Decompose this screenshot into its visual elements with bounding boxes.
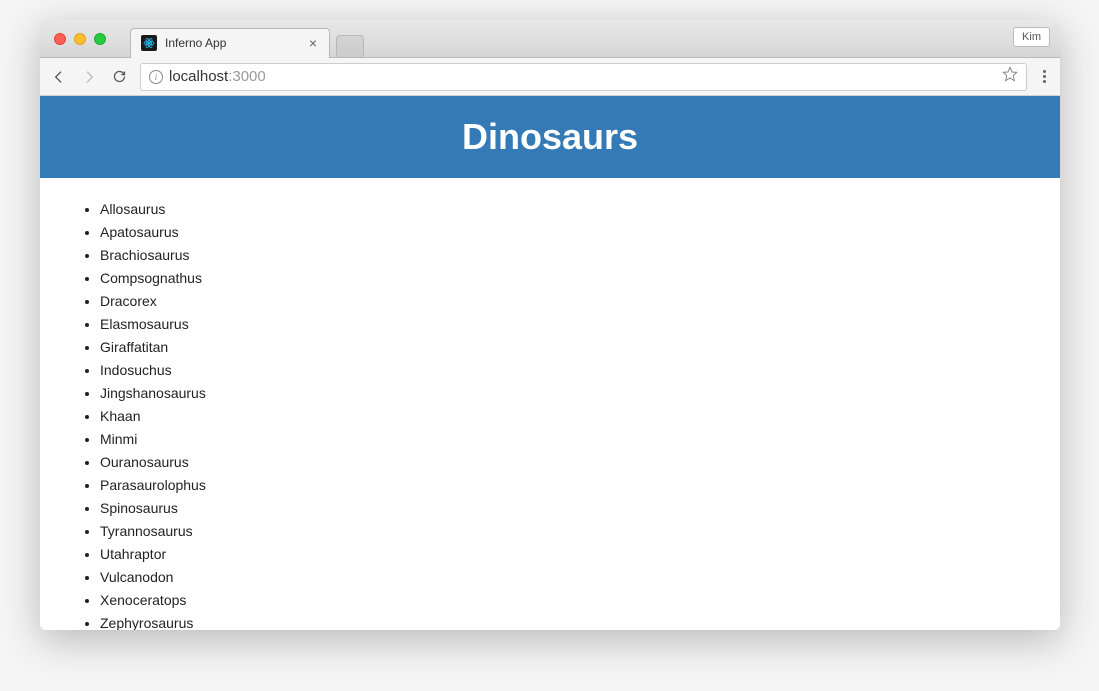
browser-toolbar: i localhost:3000	[40, 58, 1060, 96]
browser-window: Inferno App × Kim i localhost:3000	[40, 20, 1060, 630]
reload-button[interactable]	[110, 68, 128, 86]
url-host: localhost	[169, 68, 228, 85]
window-controls	[40, 33, 106, 45]
new-tab-button[interactable]	[336, 35, 364, 57]
dinosaur-list: AllosaurusApatosaurusBrachiosaurusCompso…	[80, 198, 1020, 630]
maximize-window-button[interactable]	[94, 33, 106, 45]
page-content: AllosaurusApatosaurusBrachiosaurusCompso…	[40, 178, 1060, 630]
list-item: Xenoceratops	[100, 589, 1020, 612]
browser-menu-button[interactable]	[1039, 70, 1050, 83]
list-item: Khaan	[100, 405, 1020, 428]
page-header: Dinosaurs	[40, 96, 1060, 178]
minimize-window-button[interactable]	[74, 33, 86, 45]
site-info-icon[interactable]: i	[149, 70, 163, 84]
list-item: Brachiosaurus	[100, 244, 1020, 267]
list-item: Allosaurus	[100, 198, 1020, 221]
list-item: Tyrannosaurus	[100, 520, 1020, 543]
list-item: Spinosaurus	[100, 497, 1020, 520]
tab-title: Inferno App	[165, 36, 299, 50]
list-item: Utahraptor	[100, 543, 1020, 566]
list-item: Giraffatitan	[100, 336, 1020, 359]
page-viewport: Dinosaurs AllosaurusApatosaurusBrachiosa…	[40, 96, 1060, 630]
bookmark-star-icon[interactable]	[1002, 66, 1018, 87]
list-item: Indosuchus	[100, 359, 1020, 382]
page-title: Dinosaurs	[40, 116, 1060, 158]
window-titlebar: Inferno App × Kim	[40, 20, 1060, 58]
forward-button[interactable]	[80, 68, 98, 86]
list-item: Ouranosaurus	[100, 451, 1020, 474]
list-item: Jingshanosaurus	[100, 382, 1020, 405]
list-item: Elasmosaurus	[100, 313, 1020, 336]
list-item: Vulcanodon	[100, 566, 1020, 589]
list-item: Zephyrosaurus	[100, 612, 1020, 630]
list-item: Apatosaurus	[100, 221, 1020, 244]
list-item: Minmi	[100, 428, 1020, 451]
inferno-favicon-icon	[141, 35, 157, 51]
list-item: Parasaurolophus	[100, 474, 1020, 497]
list-item: Compsognathus	[100, 267, 1020, 290]
list-item: Dracorex	[100, 290, 1020, 313]
close-window-button[interactable]	[54, 33, 66, 45]
profile-badge[interactable]: Kim	[1013, 27, 1050, 47]
close-tab-button[interactable]: ×	[307, 36, 319, 50]
url-text: localhost:3000	[169, 68, 996, 85]
browser-tab[interactable]: Inferno App ×	[130, 28, 330, 58]
address-bar[interactable]: i localhost:3000	[140, 63, 1027, 91]
url-port: :3000	[228, 68, 266, 85]
back-button[interactable]	[50, 68, 68, 86]
